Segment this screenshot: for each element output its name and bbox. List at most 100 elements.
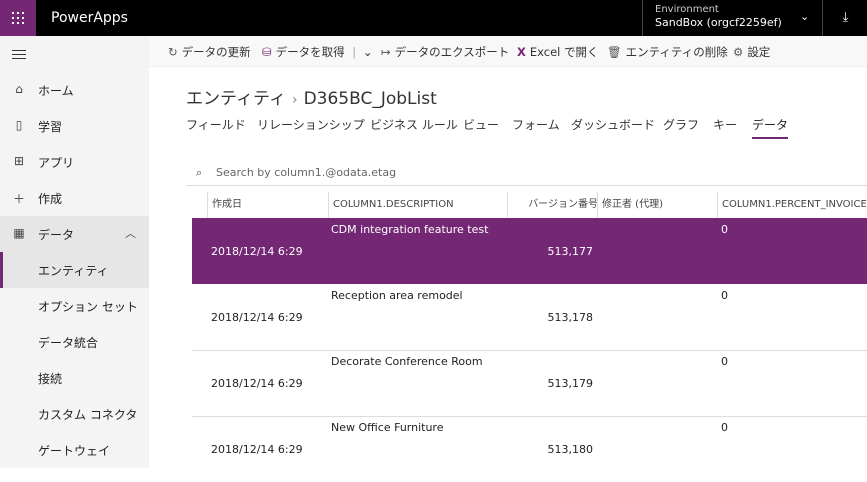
sidebar-item-gateways[interactable]: ゲートウェイ [0,432,149,468]
chevron-down-icon[interactable]: ⌄ [363,45,373,59]
sidebar-item-option-sets[interactable]: オプション セット [0,288,149,324]
excel-icon: X [517,45,526,59]
cell-description: CDM integration feature test [331,223,489,236]
waffle-icon [12,12,24,24]
sidebar-item-label: オプション セット [38,300,138,314]
cell-description: New Office Furniture [331,421,444,434]
table-row[interactable]: 2018/12/14 6:29 Reception area remodel 5… [192,284,867,351]
cell-created: 2018/12/14 6:29 [211,311,303,324]
cell-version: 513,178 [547,311,594,324]
sidebar-item-connections[interactable]: 接続 [0,360,149,396]
sidebar-item-label: ゲートウェイ [38,444,111,458]
cell-version: 513,180 [547,443,594,456]
environment-picker[interactable]: Environment SandBox (orgcf2259ef) ⌄ [642,0,823,36]
settings-label: 設定 [747,45,771,59]
sidebar-item-apps[interactable]: ⊞ アプリ [0,144,149,180]
refresh-label: データの更新 [181,45,251,59]
download-icon: ⤓ [842,10,849,25]
column-header-modified-by[interactable]: 修正者 (代理) [597,192,720,218]
cell-version: 513,179 [547,377,594,390]
app-title[interactable]: PowerApps [51,0,128,36]
cell-percent-invoiced: 0 [721,421,728,434]
breadcrumb-current: D365BC_JobList [303,89,437,109]
table-row[interactable]: 2018/12/14 6:29 Decorate Conference Room… [192,350,867,417]
tab-data[interactable]: データ [752,116,789,139]
cell-description: Decorate Conference Room [331,355,483,368]
cell-percent-invoiced: 0 [721,223,728,236]
delete-entity-button[interactable]: 🗑 エンティティの削除 [607,44,728,60]
get-data-button[interactable]: ⛁ データを取得 | ⌄ [262,44,372,60]
cell-percent-invoiced: 0 [721,289,728,302]
get-data-label: データを取得 [275,45,345,59]
sidebar-item-data-integration[interactable]: データ統合 [0,324,149,360]
database-icon: ⛁ [262,45,272,59]
table-icon: ▦ [13,226,25,240]
home-icon: ⌂ [15,82,23,96]
sidebar-item-label: カスタム コネクタ [38,408,138,422]
table-row[interactable]: 2018/12/14 6:29 New Office Furniture 513… [192,416,867,482]
app-launcher-button[interactable] [0,0,36,36]
download-button[interactable]: ⤓ [822,0,867,36]
environment-value: SandBox (orgcf2259ef) [655,16,782,29]
search-input[interactable]: Search by column1.@odata.etag [216,166,396,179]
refresh-data-button[interactable]: ↻ データの更新 [168,44,251,60]
cell-created: 2018/12/14 6:29 [211,245,303,258]
plus-icon: ＋ [12,192,25,206]
cell-version: 513,177 [547,245,594,258]
tab-relationships[interactable]: リレーションシップ [257,116,365,137]
tab-charts[interactable]: グラフ [663,116,699,137]
tab-forms[interactable]: フォーム [512,116,560,137]
sidebar-item-label: 学習 [38,120,63,134]
tab-business-rules[interactable]: ビジネス ルール [370,116,458,137]
chevron-up-icon: ︿ [125,227,136,240]
export-label: データのエクスポート [394,45,510,59]
column-header-percent-invoiced[interactable]: COLUMN1.PERCENT_INVOICED [717,192,867,218]
cell-percent-invoiced: 0 [721,355,728,368]
sidebar-item-home[interactable]: ⌂ ホーム [0,72,149,108]
divider: | [352,45,357,59]
export-arrow-icon: ↦ [381,45,391,59]
top-bar: PowerApps Environment SandBox (orgcf2259… [0,0,867,36]
environment-label: Environment [655,4,719,15]
tab-dashboards[interactable]: ダッシュボード [571,116,655,137]
search-box[interactable]: ⌕ Search by column1.@odata.etag [186,161,867,186]
column-header-version[interactable]: バージョン番号 [507,192,602,218]
export-data-button[interactable]: ↦ データのエクスポート [381,44,509,60]
breadcrumb-root-link[interactable]: エンティティ [186,89,286,109]
sidebar-item-entities[interactable]: エンティティ [0,252,149,288]
sidebar-item-learn[interactable]: ▯ 学習 [0,108,149,144]
sidebar-item-label: データ [38,228,75,242]
sidebar-item-label: データ統合 [38,336,99,350]
cell-created: 2018/12/14 6:29 [211,377,303,390]
column-header-created[interactable]: 作成日 [207,192,329,218]
tab-views[interactable]: ビュー [463,116,499,137]
sidebar-item-label: アプリ [38,156,75,170]
sidebar: ⌂ ホーム ▯ 学習 ⊞ アプリ ＋ 作成 ▦ データ ︿ エンティティ オプシ… [0,36,149,468]
open-in-excel-button[interactable]: X Excel で開く [517,44,599,60]
excel-label: Excel で開く [529,45,599,59]
sidebar-item-custom-connectors[interactable]: カスタム コネクタ [0,396,149,432]
hamburger-icon[interactable] [12,50,26,60]
cell-description: Reception area remodel [331,289,463,302]
sidebar-item-label: 作成 [38,192,63,206]
delete-label: エンティティの削除 [625,45,728,59]
sidebar-item-data[interactable]: ▦ データ ︿ [0,216,149,252]
column-header-description[interactable]: COLUMN1.DESCRIPTION [328,192,508,218]
gear-icon: ⚙ [733,45,744,59]
settings-button[interactable]: ⚙ 設定 [733,44,770,60]
sidebar-item-label: エンティティ [38,264,109,278]
refresh-icon: ↻ [168,45,178,59]
tab-fields[interactable]: フィールド [186,116,246,137]
book-icon: ▯ [15,118,23,132]
sidebar-item-label: 接続 [38,372,63,386]
search-icon: ⌕ [196,166,203,179]
table-header: 作成日 COLUMN1.DESCRIPTION バージョン番号 修正者 (代理)… [192,192,867,219]
tab-keys[interactable]: キー [713,116,737,137]
cell-created: 2018/12/14 6:29 [211,443,303,456]
sidebar-item-label: ホーム [38,84,74,98]
breadcrumb: エンティティ › D365BC_JobList [186,84,437,109]
sidebar-item-create[interactable]: ＋ 作成 [0,180,149,216]
table-row[interactable]: 2018/12/14 6:29 CDM integration feature … [192,218,867,284]
chevron-down-icon: ⌄ [800,10,810,23]
trash-icon: 🗑 [607,45,622,59]
